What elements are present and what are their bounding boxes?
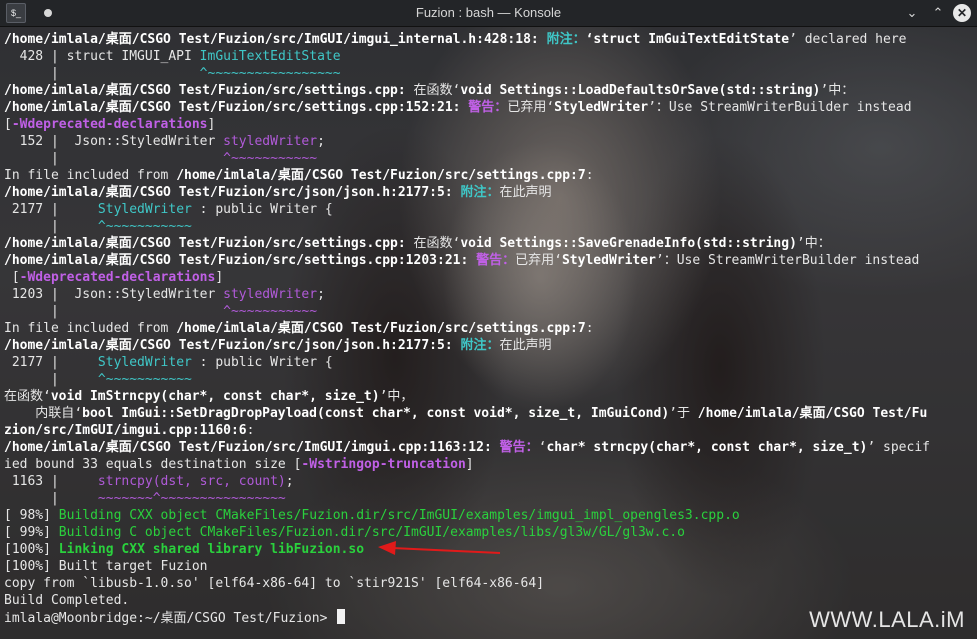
arrow-shaft: [391, 547, 501, 554]
terminal-area[interactable]: /home/imlala/桌面/CSGO Test/Fuzion/src/ImG…: [0, 27, 977, 639]
watermark: WWW.LALA.iM: [809, 607, 965, 632]
window-title: Fuzion : bash — Konsole: [415, 5, 562, 20]
window-controls: ⌄ ⌃ ✕: [901, 2, 971, 24]
arrow-head: [378, 541, 396, 555]
maximize-button[interactable]: ⌃: [927, 2, 949, 24]
minimize-button[interactable]: ⌄: [901, 2, 923, 24]
close-button[interactable]: ✕: [953, 4, 971, 22]
title-bar[interactable]: $_ Fuzion : bash — Konsole ⌄ ⌃ ✕: [0, 0, 977, 27]
annotation-arrow: [378, 541, 501, 555]
konsole-window: $_ Fuzion : bash — Konsole ⌄ ⌃ ✕ /home/i…: [0, 0, 977, 639]
